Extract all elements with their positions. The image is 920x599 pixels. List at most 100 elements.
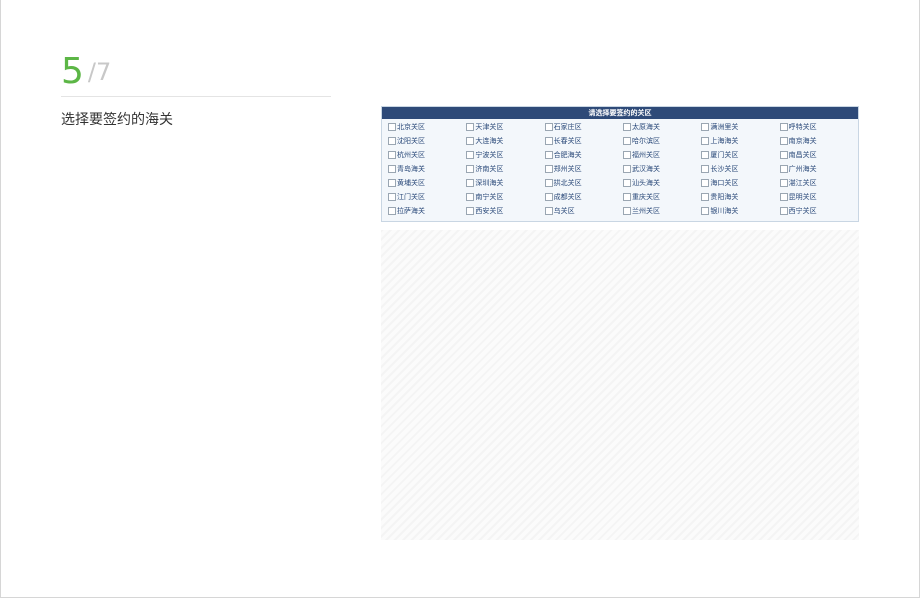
- customs-option[interactable]: 青岛海关: [388, 162, 466, 176]
- customs-option[interactable]: 北京关区: [388, 120, 466, 134]
- customs-checkbox[interactable]: [388, 151, 396, 159]
- customs-option-label: 武汉海关: [632, 165, 660, 173]
- customs-option[interactable]: 黄埔关区: [388, 176, 466, 190]
- customs-option[interactable]: 拉萨海关: [388, 204, 466, 218]
- customs-checkbox[interactable]: [701, 123, 710, 131]
- customs-option[interactable]: 呼特关区: [779, 120, 858, 134]
- customs-checkbox[interactable]: [701, 207, 710, 215]
- customs-checkbox[interactable]: [623, 123, 631, 131]
- customs-option-label: 贵阳海关: [710, 193, 739, 201]
- customs-option[interactable]: 杭州关区: [388, 148, 466, 162]
- customs-checkbox[interactable]: [466, 137, 475, 145]
- customs-checkbox[interactable]: [779, 137, 788, 145]
- customs-checkbox[interactable]: [779, 193, 788, 201]
- customs-option-label: 湛江关区: [788, 179, 817, 187]
- customs-option[interactable]: 厦门关区: [701, 148, 779, 162]
- customs-checkbox[interactable]: [544, 193, 553, 201]
- customs-checkbox[interactable]: [623, 179, 631, 187]
- customs-option[interactable]: 长沙关区: [701, 162, 779, 176]
- customs-option-label: 拉萨海关: [397, 207, 425, 215]
- customs-checkbox[interactable]: [701, 151, 710, 159]
- customs-option[interactable]: 江门关区: [388, 190, 466, 204]
- customs-checkbox[interactable]: [701, 137, 710, 145]
- customs-checkbox[interactable]: [701, 193, 710, 201]
- customs-option[interactable]: 南京海关: [779, 134, 858, 148]
- customs-option[interactable]: 深圳海关: [466, 176, 544, 190]
- customs-option-label: 郑州关区: [553, 165, 582, 173]
- customs-option[interactable]: 乌关区: [544, 204, 623, 218]
- customs-checkbox[interactable]: [466, 179, 475, 187]
- customs-option[interactable]: 广州海关: [779, 162, 858, 176]
- customs-checkbox[interactable]: [779, 123, 788, 131]
- customs-option[interactable]: 上海海关: [701, 134, 779, 148]
- customs-checkbox[interactable]: [388, 193, 396, 201]
- customs-option-label: 满洲里关: [710, 123, 739, 131]
- customs-option-label: 昆明关区: [788, 193, 817, 201]
- customs-option[interactable]: 湛江关区: [779, 176, 858, 190]
- customs-checkbox[interactable]: [466, 123, 475, 131]
- customs-option[interactable]: 西安关区: [466, 204, 544, 218]
- customs-checkbox-grid: 北京关区 天津关区 石家庄区 太原海关 满洲里关 呼特关区沈阳关区 大连海关 长春关区 哈尔滨区…: [382, 119, 858, 221]
- customs-option[interactable]: 长春关区: [544, 134, 623, 148]
- customs-option-label: 拱北关区: [553, 179, 582, 187]
- customs-option[interactable]: 银川海关: [701, 204, 779, 218]
- customs-option[interactable]: 武汉海关: [623, 162, 701, 176]
- customs-option[interactable]: 宁波关区: [466, 148, 544, 162]
- customs-selection-panel: 请选择要签约的关区 北京关区 天津关区 石家庄区 太原海关 满洲里关 呼特关区 沈阳关区 大连…: [381, 106, 859, 222]
- customs-checkbox[interactable]: [623, 137, 631, 145]
- customs-option[interactable]: 太原海关: [623, 120, 701, 134]
- customs-checkbox[interactable]: [388, 165, 396, 173]
- customs-option[interactable]: 拱北关区: [544, 176, 623, 190]
- customs-checkbox[interactable]: [701, 179, 710, 187]
- customs-option[interactable]: 昆明关区: [779, 190, 858, 204]
- customs-checkbox[interactable]: [623, 207, 631, 215]
- customs-checkbox[interactable]: [779, 151, 788, 159]
- customs-option-label: 长春关区: [553, 137, 582, 145]
- customs-checkbox[interactable]: [544, 165, 553, 173]
- customs-option[interactable]: 西宁关区: [779, 204, 858, 218]
- customs-option[interactable]: 兰州关区: [623, 204, 701, 218]
- customs-checkbox[interactable]: [701, 165, 710, 173]
- customs-option[interactable]: 南昌关区: [779, 148, 858, 162]
- customs-checkbox[interactable]: [544, 151, 553, 159]
- customs-option[interactable]: 天津关区: [466, 120, 544, 134]
- customs-checkbox[interactable]: [388, 207, 396, 215]
- customs-checkbox[interactable]: [623, 165, 631, 173]
- customs-option[interactable]: 贵阳海关: [701, 190, 779, 204]
- customs-checkbox[interactable]: [466, 207, 475, 215]
- customs-option[interactable]: 哈尔滨区: [623, 134, 701, 148]
- customs-option-label: 青岛海关: [397, 165, 425, 173]
- customs-checkbox[interactable]: [466, 193, 475, 201]
- customs-option[interactable]: 石家庄区: [544, 120, 623, 134]
- customs-option[interactable]: 海口关区: [701, 176, 779, 190]
- customs-checkbox[interactable]: [544, 179, 553, 187]
- customs-checkbox[interactable]: [388, 179, 396, 187]
- customs-checkbox[interactable]: [466, 165, 475, 173]
- customs-option[interactable]: 福州关区: [623, 148, 701, 162]
- customs-option-label: 宁波关区: [475, 151, 504, 159]
- customs-option-label: 大连海关: [475, 137, 504, 145]
- customs-option[interactable]: 济南关区: [466, 162, 544, 176]
- customs-checkbox[interactable]: [544, 123, 553, 131]
- customs-option[interactable]: 郑州关区: [544, 162, 623, 176]
- customs-checkbox[interactable]: [623, 193, 631, 201]
- customs-option[interactable]: 重庆关区: [623, 190, 701, 204]
- customs-checkbox[interactable]: [544, 207, 553, 215]
- customs-checkbox[interactable]: [388, 123, 396, 131]
- customs-option[interactable]: 大连海关: [466, 134, 544, 148]
- customs-checkbox[interactable]: [466, 151, 475, 159]
- customs-option-label: 太原海关: [632, 123, 660, 131]
- customs-checkbox[interactable]: [388, 137, 396, 145]
- customs-checkbox[interactable]: [623, 151, 631, 159]
- customs-option[interactable]: 南宁关区: [466, 190, 544, 204]
- customs-option[interactable]: 成都关区: [544, 190, 623, 204]
- customs-option[interactable]: 沈阳关区: [388, 134, 466, 148]
- customs-checkbox[interactable]: [544, 137, 553, 145]
- customs-checkbox[interactable]: [779, 207, 788, 215]
- customs-option[interactable]: 满洲里关: [701, 120, 779, 134]
- customs-option[interactable]: 合肥海关: [544, 148, 623, 162]
- customs-checkbox[interactable]: [779, 179, 788, 187]
- customs-option-label: 西安关区: [475, 207, 504, 215]
- customs-option[interactable]: 汕头海关: [623, 176, 701, 190]
- customs-checkbox[interactable]: [779, 165, 788, 173]
